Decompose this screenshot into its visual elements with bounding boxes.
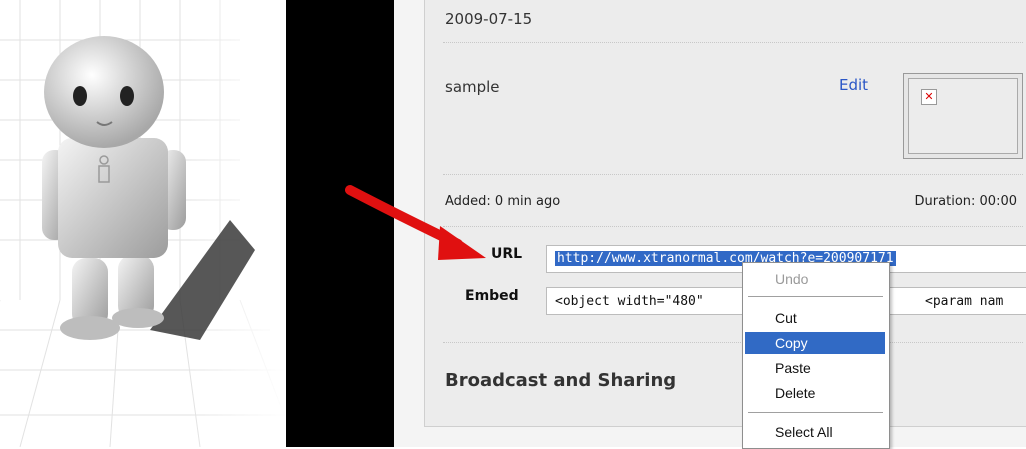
- video-date: 2009-07-15: [445, 10, 533, 28]
- embed-value: <object width="480": [555, 294, 704, 309]
- thumbnail-frame: ✕: [908, 78, 1018, 154]
- video-duration: Duration: 00:00: [914, 194, 1017, 209]
- menu-item-paste[interactable]: Paste: [745, 357, 885, 379]
- robot-illustration: [0, 0, 286, 447]
- divider: [443, 174, 1023, 175]
- menu-item-copy[interactable]: Copy: [745, 332, 885, 354]
- video-card: 2009-07-15 sample Edit ✕ Added: 0 min ag…: [424, 0, 1026, 427]
- video-title: sample: [445, 78, 500, 96]
- red-arrow-icon: [345, 185, 486, 260]
- edit-link[interactable]: Edit: [839, 76, 868, 94]
- embed-label: Embed: [465, 288, 519, 304]
- section-title: Broadcast and Sharing: [445, 370, 677, 391]
- menu-item-delete[interactable]: Delete: [745, 382, 885, 404]
- menu-separator: [748, 296, 883, 297]
- menu-item-undo[interactable]: Undo: [745, 268, 885, 290]
- divider: [443, 226, 1023, 227]
- embed-value-continued: <param nam: [925, 294, 1004, 309]
- robot-figure-icon: [0, 0, 286, 447]
- context-menu: Undo Cut Copy Paste Delete Select All: [742, 262, 890, 449]
- divider: [443, 342, 1023, 343]
- video-thumbnail[interactable]: ✕: [903, 73, 1023, 159]
- menu-item-select-all[interactable]: Select All: [745, 421, 885, 443]
- menu-separator: [748, 412, 883, 413]
- menu-item-cut[interactable]: Cut: [745, 307, 885, 329]
- divider: [443, 42, 1023, 43]
- broken-image-icon: ✕: [921, 89, 937, 105]
